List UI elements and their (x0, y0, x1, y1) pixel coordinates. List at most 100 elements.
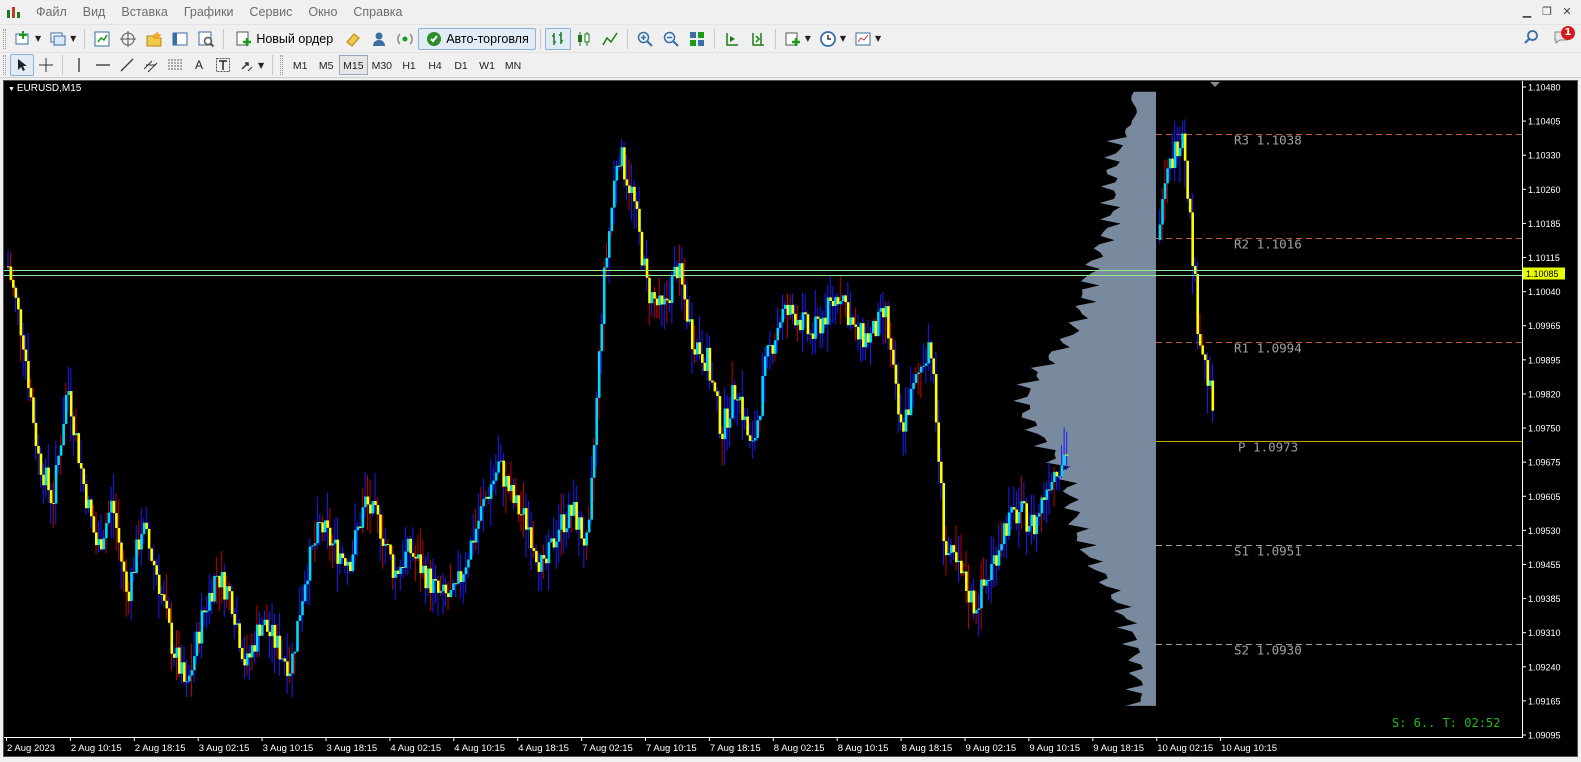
timeframe-h1[interactable]: H1 (396, 55, 422, 75)
timeframe-d1[interactable]: D1 (448, 55, 474, 75)
horizontal-line-button[interactable] (91, 54, 115, 76)
x-tick-label: 7 Aug 18:15 (710, 743, 761, 754)
candle-body (79, 463, 83, 469)
timeframe-m1[interactable]: M1 (287, 55, 313, 75)
candle-body (756, 420, 759, 439)
candle-body (663, 298, 666, 305)
price-chart[interactable]: 1.10480 1.10405 1.10330 1.10260 1.10185 1.101… (4, 81, 1577, 756)
candle-body (980, 579, 983, 609)
profiles-button[interactable]: ▼ (45, 28, 80, 50)
autotrading-button[interactable]: Авто-торговля (418, 27, 536, 50)
menu-charts[interactable]: Графики (176, 0, 242, 24)
candle-body (157, 574, 161, 595)
tile-windows-button[interactable] (684, 28, 710, 50)
timeframe-m15[interactable]: M15 (339, 55, 368, 75)
new-order-button[interactable]: Новый ордер (228, 28, 340, 50)
y-tick-label: 1.09240 (1528, 662, 1561, 672)
candle-body (122, 561, 126, 572)
candlestick-icon (577, 31, 590, 46)
timeframe-w1[interactable]: W1 (474, 55, 500, 75)
chart-shift-button[interactable] (745, 28, 771, 50)
signals-button[interactable] (366, 28, 392, 50)
indicators-button[interactable]: ▼ (780, 28, 815, 50)
menu-help[interactable]: Справка (345, 0, 410, 24)
candle-body (248, 653, 251, 658)
candle-body (809, 333, 812, 335)
fibonacci-button[interactable] (163, 54, 187, 76)
bar-chart-button[interactable] (544, 27, 571, 50)
toolbar-grip[interactable] (280, 55, 284, 75)
new-chart-button[interactable]: ▼ (10, 28, 45, 50)
candle-body (879, 308, 883, 312)
candle-body (929, 342, 933, 359)
candle-body (949, 545, 953, 554)
chart-window[interactable]: 1.10480 1.10405 1.10330 1.10260 1.10185 1.101… (3, 80, 1578, 757)
candle-body (514, 495, 518, 504)
templates-button[interactable]: ▼ (850, 28, 885, 50)
menu-view[interactable]: Вид (75, 0, 114, 24)
candle-body (577, 517, 581, 530)
data-window-button[interactable] (115, 28, 141, 50)
minimize-icon[interactable]: ▁ (1519, 4, 1535, 20)
candle-body (751, 440, 754, 442)
trendline-icon (120, 58, 134, 72)
arrows-button[interactable]: ▼ (235, 54, 268, 76)
timeframe-m30[interactable]: M30 (368, 55, 396, 75)
candle-body (615, 165, 619, 181)
candlestick-chart-button[interactable] (571, 28, 597, 50)
navigator-button[interactable] (141, 28, 167, 50)
candle-body (623, 147, 626, 180)
y-tick-label: 1.09455 (1528, 560, 1561, 570)
candle-body (424, 565, 428, 589)
market-button[interactable] (392, 28, 418, 50)
candle-body (1176, 141, 1179, 157)
menu-tools[interactable]: Сервис (242, 0, 301, 24)
candle-body (1037, 513, 1041, 517)
zoom-in-button[interactable] (632, 28, 658, 50)
candle-body (49, 490, 53, 504)
line-chart-button[interactable] (597, 28, 623, 50)
timeframe-mn[interactable]: MN (500, 55, 526, 75)
text-label-button[interactable] (211, 54, 235, 76)
candle-body (271, 624, 274, 637)
x-tick-label: 9 Aug 10:15 (1029, 743, 1080, 754)
toolbar-grip[interactable] (3, 28, 6, 49)
zoom-out-button[interactable] (658, 28, 684, 50)
vertical-line-button[interactable] (67, 54, 91, 76)
menu-file[interactable]: Файл (28, 0, 75, 24)
menu-window[interactable]: Окно (300, 0, 345, 24)
crosshair-tool-button[interactable] (34, 54, 58, 76)
candle-body (892, 349, 895, 365)
equidistant-channel-button[interactable] (139, 54, 163, 76)
candle-body (1015, 509, 1018, 524)
close-icon[interactable]: ✕ (1559, 4, 1575, 20)
y-tick-label: 1.10185 (1528, 219, 1561, 229)
trendline-button[interactable] (115, 54, 139, 76)
timeframe-m5[interactable]: M5 (313, 55, 339, 75)
chevron-down-icon: ▼ (258, 60, 265, 70)
text-tool-button[interactable]: A (187, 54, 211, 76)
candle-body (688, 319, 692, 322)
candle-body (140, 534, 143, 550)
candle-body (884, 306, 888, 318)
menu-insert[interactable]: Вставка (113, 0, 175, 24)
timeframe-h4[interactable]: H4 (422, 55, 448, 75)
terminal-button[interactable] (167, 28, 193, 50)
candle-body (17, 297, 20, 310)
notifications-button[interactable]: 1 (1553, 26, 1575, 46)
candle-body (1183, 133, 1187, 161)
cursor-tool-button[interactable] (10, 54, 34, 76)
restore-icon[interactable]: ❐ (1539, 4, 1555, 20)
auto-scroll-button[interactable] (719, 28, 745, 50)
market-watch-button[interactable] (89, 28, 115, 50)
candle-body (575, 502, 578, 530)
metaeditor-button[interactable] (340, 28, 366, 50)
chevron-down-icon: ▼ (70, 34, 77, 43)
search-icon[interactable] (1523, 29, 1539, 45)
channel-icon (143, 60, 158, 73)
strategy-tester-button[interactable] (193, 28, 219, 50)
zoom-in-icon (637, 31, 653, 47)
periods-button[interactable]: ▼ (815, 28, 850, 50)
candle-body (567, 504, 571, 529)
toolbar-grip[interactable] (3, 55, 6, 75)
